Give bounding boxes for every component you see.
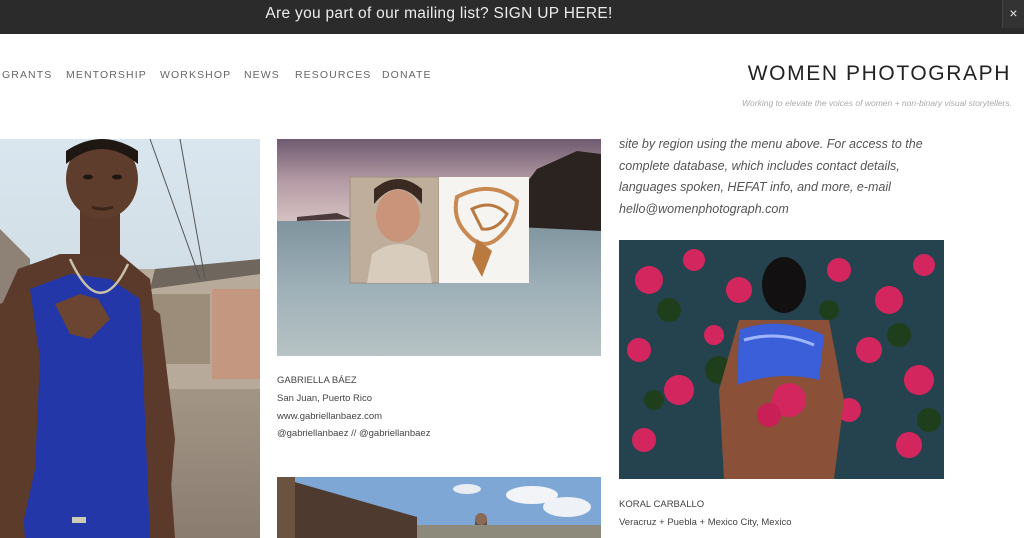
collage-photo-image <box>277 139 601 356</box>
portrait-photo-image <box>0 139 260 538</box>
photographer-social-handles[interactable]: @gabriellanbaez // @gabriellanbaez <box>277 425 430 443</box>
photographer-location: Veracruz + Puebla + Mexico City, Mexico <box>619 516 792 528</box>
photographer-caption-baez: GABRIELLA BÁEZ San Juan, Puerto Rico www… <box>277 372 430 443</box>
intro-line: languages spoken, HEFAT info, and more, … <box>619 180 891 194</box>
photographer-location: San Juan, Puerto Rico <box>277 392 373 404</box>
photographer-name[interactable]: KORAL CARBALLO <box>619 496 791 514</box>
photographer-website-link[interactable]: www.gabriellanbaez.com <box>277 408 430 426</box>
photographer-name[interactable]: GABRIELLA BÁEZ <box>277 372 430 390</box>
database-intro-text: site by region using the menu above. For… <box>619 134 959 220</box>
collage-photo[interactable] <box>277 139 601 356</box>
intro-line: complete database, which includes contac… <box>619 158 900 173</box>
site-tagline: Working to elevate the voices of women +… <box>742 98 1012 108</box>
mailing-list-signup-link[interactable]: Are you part of our mailing list? SIGN U… <box>0 0 878 28</box>
close-icon[interactable]: × <box>1002 0 1024 28</box>
mailing-list-banner: Are you part of our mailing list? SIGN U… <box>0 0 1024 34</box>
outdoor-photo[interactable] <box>277 477 601 538</box>
nav-item-workshop[interactable]: WORKSHOP <box>160 69 231 81</box>
outdoor-photo-image <box>277 477 601 538</box>
photographer-caption-carballo: KORAL CARBALLO Veracruz + Puebla + Mexic… <box>619 496 791 532</box>
intro-line: site by region using the menu above. For… <box>619 137 923 151</box>
nav-item-donate[interactable]: DONATE <box>382 69 432 81</box>
contact-email-link[interactable]: hello@womenphotograph.com <box>619 199 959 221</box>
flowers-photo[interactable] <box>619 240 944 479</box>
portrait-photo[interactable] <box>0 139 260 538</box>
nav-item-grants[interactable]: GRANTS <box>2 69 52 81</box>
nav-item-resources[interactable]: RESOURCES <box>295 69 371 81</box>
flowers-photo-image <box>619 240 944 479</box>
site-logo[interactable]: WOMEN PHOTOGRAPH <box>720 62 1011 86</box>
nav-item-mentorship[interactable]: MENTORSHIP <box>66 69 147 81</box>
nav-item-news[interactable]: NEWS <box>244 69 280 81</box>
